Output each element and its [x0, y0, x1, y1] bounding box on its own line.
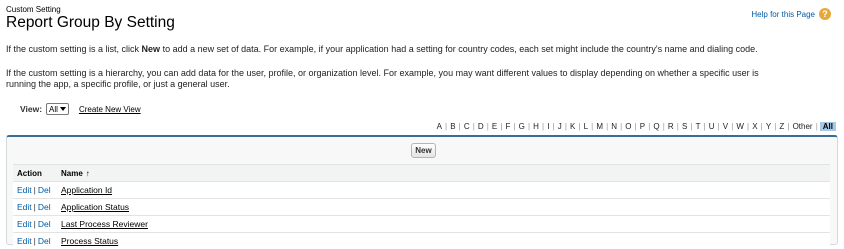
table-row: Edit | Del Application Id: [13, 182, 830, 199]
action-separator: |: [33, 202, 36, 212]
table-row: Edit | Del Application Status: [13, 199, 830, 216]
table-header-row: Action Name ↑: [13, 165, 830, 182]
action-separator: |: [33, 236, 36, 246]
description-text: If the custom setting is a list, click: [6, 44, 142, 54]
page-subtitle: Custom Setting: [6, 5, 61, 14]
alphabet-filter-p[interactable]: P: [637, 122, 649, 131]
column-header-name-label: Name: [61, 168, 83, 178]
alphabet-filter: A | B | C | D | E | F | G | H | I | J | K | L | M | N | O | P | Q | R | S | T |…: [434, 122, 836, 131]
table-row: Edit | Del Process Status: [13, 233, 830, 249]
edit-link[interactable]: Edit: [17, 236, 32, 246]
alphabet-filter-b[interactable]: B: [447, 122, 459, 131]
row-actions: Edit | Del: [13, 236, 61, 246]
row-actions: Edit | Del: [13, 185, 61, 195]
table-row: Edit | Del Last Process Reviewer: [13, 216, 830, 233]
delete-link[interactable]: Del: [38, 236, 51, 246]
row-actions: Edit | Del: [13, 202, 61, 212]
alphabet-filter-f[interactable]: F: [502, 122, 513, 131]
alphabet-filter-g[interactable]: G: [516, 122, 528, 131]
alphabet-filter-q[interactable]: Q: [650, 122, 662, 131]
setting-name-link[interactable]: Application Id: [61, 185, 112, 195]
alphabet-filter-all[interactable]: All: [819, 122, 836, 131]
setting-name-link[interactable]: Process Status: [61, 236, 118, 246]
alphabet-filter-c[interactable]: C: [461, 122, 473, 131]
column-header-name[interactable]: Name ↑: [61, 169, 830, 178]
description-list: If the custom setting is a list, click N…: [6, 44, 836, 55]
alphabet-filter-z[interactable]: Z: [776, 122, 787, 131]
alphabet-filter-l[interactable]: L: [581, 122, 592, 131]
delete-link[interactable]: Del: [38, 202, 51, 212]
view-label: View:: [20, 104, 43, 114]
edit-link[interactable]: Edit: [17, 219, 32, 229]
setting-name-link[interactable]: Last Process Reviewer: [61, 219, 148, 229]
alphabet-filter-w[interactable]: W: [733, 122, 747, 131]
alphabet-filter-i[interactable]: I: [544, 122, 552, 131]
alphabet-filter-m[interactable]: M: [593, 122, 606, 131]
column-header-action: Action: [17, 168, 42, 178]
alphabet-filter-a[interactable]: A: [434, 122, 446, 131]
description-bold: New: [141, 44, 161, 54]
view-selector-row: View: All Create New View: [20, 103, 141, 115]
alphabet-filter-d[interactable]: D: [475, 122, 487, 131]
alphabet-filter-n[interactable]: N: [608, 122, 620, 131]
sort-ascending-icon: ↑: [85, 168, 90, 178]
alphabet-filter-t[interactable]: T: [692, 122, 703, 131]
edit-link[interactable]: Edit: [17, 202, 32, 212]
description-hierarchy: If the custom setting is a hierarchy, yo…: [6, 68, 836, 90]
alphabet-filter-y[interactable]: Y: [763, 122, 775, 131]
setting-name-link[interactable]: Application Status: [61, 202, 129, 212]
alphabet-filter-u[interactable]: U: [706, 122, 718, 131]
settings-table: Action Name ↑ Edit | Del Application Id Edi…: [13, 164, 830, 249]
description-text: If the custom setting is a hierarchy, yo…: [6, 68, 759, 78]
description-text: running the app, a specific profile, or …: [6, 79, 230, 89]
alphabet-separator: |: [815, 122, 818, 131]
alphabet-filter-s[interactable]: S: [679, 122, 691, 131]
alphabet-filter-other[interactable]: Other: [789, 122, 815, 131]
alphabet-filter-j[interactable]: J: [555, 122, 565, 131]
view-select-value: All: [49, 104, 58, 114]
edit-link[interactable]: Edit: [17, 185, 32, 195]
alphabet-filter-k[interactable]: K: [567, 122, 579, 131]
row-actions: Edit | Del: [13, 219, 61, 229]
page-header: Custom Setting Report Group By Setting: [6, 5, 175, 32]
list-panel: New Action Name ↑ Edit | Del Application Id…: [6, 135, 838, 249]
chevron-down-icon: [59, 107, 66, 111]
alphabet-filter-e[interactable]: E: [489, 122, 501, 131]
help-link[interactable]: Help for this Page: [751, 10, 815, 19]
delete-link[interactable]: Del: [38, 185, 51, 195]
alphabet-filter-r[interactable]: R: [665, 122, 677, 131]
page-title: Report Group By Setting: [6, 14, 175, 31]
alphabet-filter-x[interactable]: X: [749, 122, 761, 131]
action-separator: |: [33, 185, 36, 195]
description-text: to add a new set of data. For example, i…: [160, 44, 758, 54]
help-icon[interactable]: ?: [819, 8, 831, 20]
action-separator: |: [33, 219, 36, 229]
help-area: Help for this Page ?: [751, 8, 831, 20]
create-new-view-link[interactable]: Create New View: [79, 105, 141, 114]
new-button[interactable]: New: [411, 143, 436, 158]
alphabet-filter-v[interactable]: V: [720, 122, 732, 131]
alphabet-filter-o[interactable]: O: [622, 122, 634, 131]
delete-link[interactable]: Del: [38, 219, 51, 229]
alphabet-filter-h[interactable]: H: [530, 122, 542, 131]
view-select[interactable]: All: [46, 103, 69, 115]
